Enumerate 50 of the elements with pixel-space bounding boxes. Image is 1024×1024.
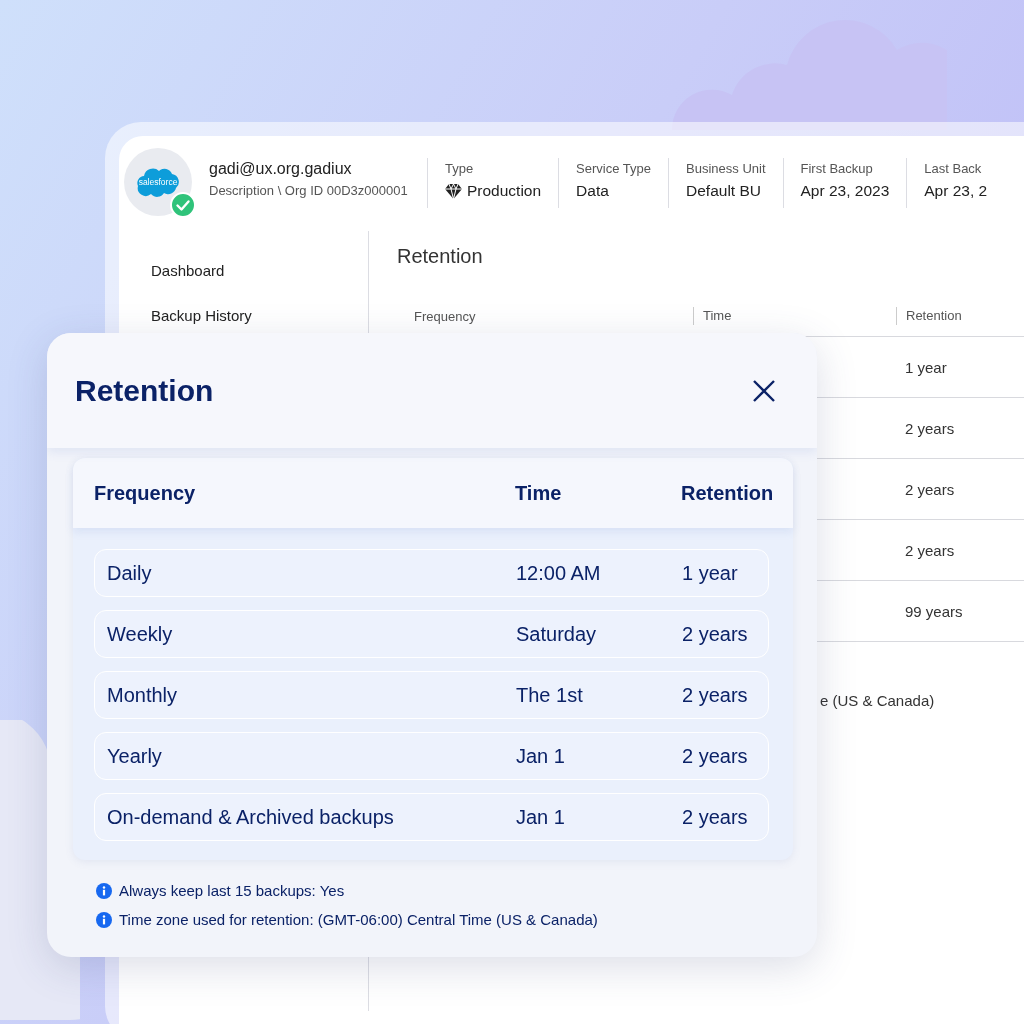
retention-cell-text: 2 years [682, 744, 749, 768]
sidebar-item[interactable]: Backup History [151, 306, 252, 326]
detail-value: Apr 23, 2 [924, 182, 988, 200]
page-title: Retention [397, 245, 484, 268]
diamond-icon [445, 183, 462, 199]
detail-value: Data [576, 182, 609, 200]
time-cell-text: Jan 1 [516, 744, 566, 768]
info-text: Time zone used for retention: (GMT-06:00) Central Time (US & Canada) [119, 911, 598, 928]
account-email: gadi@ux.org.gadiux [209, 160, 353, 178]
info-icon [96, 882, 112, 899]
frequency-cell-text: Weekly [107, 622, 174, 646]
column-header: Frequency [413, 308, 477, 324]
org-description: Description \ Org ID 00D3z000001 [209, 183, 409, 198]
column-header: Retention [896, 307, 1024, 325]
column-header: Time [515, 481, 563, 505]
column-header: Retention [681, 481, 775, 505]
retention-cell-text: 2 years [682, 683, 749, 707]
retention-cell-text: 2 years [682, 622, 749, 646]
table-cell-text: 2 years [904, 541, 956, 559]
detail-value: Production [467, 182, 542, 200]
time-cell-text: 12:00 AM [516, 561, 602, 585]
time-cell-text: Saturday [516, 622, 598, 646]
table-cell-text: 1 year [904, 358, 948, 376]
column-header: Frequency [94, 481, 197, 505]
frequency-cell-text: Monthly [107, 683, 179, 707]
info-text: Always keep last 15 backups: Yes [119, 882, 345, 899]
logo-text: salesforce [138, 177, 178, 187]
column-header: Time [693, 307, 896, 325]
detail-label: First Backup [800, 161, 874, 176]
frequency-cell-text: Daily [107, 561, 153, 585]
time-cell-text: Jan 1 [516, 805, 566, 829]
frequency-cell-text: On-demand & Archived backups [107, 805, 395, 829]
detail-value: Apr 23, 2023 [800, 182, 890, 200]
detail-label: Service Type [576, 161, 652, 176]
info-icon [96, 911, 112, 928]
retention-cell-text: 2 years [682, 805, 749, 829]
detail-value: Default BU [686, 182, 761, 200]
table-cell-text: 2 years [904, 480, 956, 498]
detail-label: Type [445, 161, 475, 176]
timezone-text: e (US & Canada) [820, 692, 936, 709]
detail-label: Business Unit [686, 161, 766, 176]
table-cell-text: 2 years [904, 419, 956, 437]
detail-label: Last Back [924, 161, 983, 176]
retention-cell-text: 1 year [682, 561, 739, 585]
table-cell-text: 99 years [904, 602, 964, 620]
sidebar-item[interactable]: Dashboard [151, 261, 225, 281]
close-icon[interactable] [751, 377, 777, 404]
frequency-cell-text: Yearly [107, 744, 163, 768]
time-cell-text: The 1st [516, 683, 584, 707]
dialog-title: Retention [75, 373, 214, 408]
